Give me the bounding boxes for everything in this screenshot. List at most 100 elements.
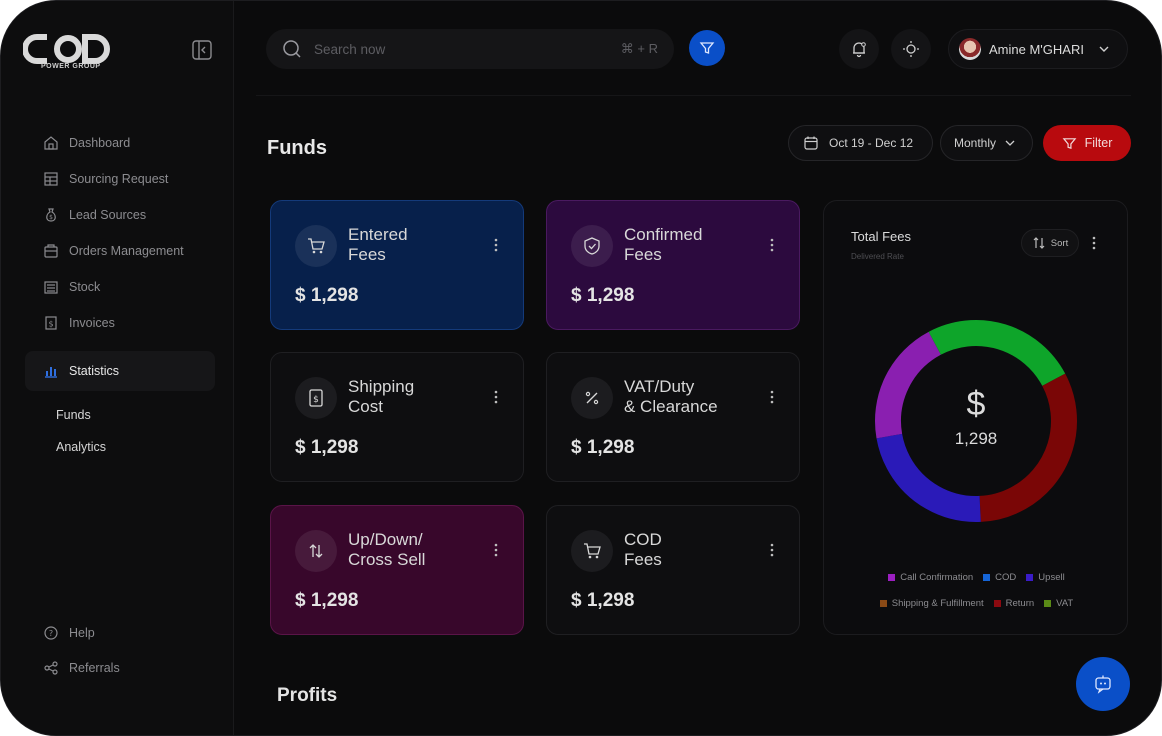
bell-icon xyxy=(853,42,866,58)
period-select[interactable]: Monthly xyxy=(940,125,1033,161)
more-vertical-icon[interactable] xyxy=(767,540,777,560)
sidebar-item-stock[interactable]: Stock xyxy=(25,269,215,305)
date-range-picker[interactable]: Oct 19 - Dec 12 xyxy=(788,125,933,161)
card-value: $ 1,298 xyxy=(295,285,359,306)
search-input[interactable]: Search now xyxy=(314,42,621,57)
receipt-icon: $ xyxy=(309,389,323,407)
legend-label: VAT xyxy=(1056,598,1074,609)
card-value: $ 1,298 xyxy=(571,437,635,458)
svg-text:$: $ xyxy=(313,395,319,405)
subnav-item-analytics[interactable]: Analytics xyxy=(56,433,106,465)
legend-row-2: Shipping & Fulfillment Return VAT xyxy=(824,598,1129,609)
box-icon xyxy=(44,244,58,258)
card-shipping-cost[interactable]: $ Shipping Cost $ 1,298 xyxy=(270,352,524,482)
main-nav: Dashboard Sourcing Request $ Lead Source… xyxy=(25,125,215,391)
footer-nav: ? Help Referrals xyxy=(25,615,215,685)
table-icon xyxy=(44,172,58,186)
card-vat-duty[interactable]: VAT/Duty & Clearance $ 1,298 xyxy=(546,352,800,482)
panel-subtitle: Delivered Rate xyxy=(851,252,904,261)
card-icon-wrap xyxy=(295,225,337,267)
sidebar-item-sourcing-request[interactable]: Sourcing Request xyxy=(25,161,215,197)
card-title-line: Confirmed xyxy=(624,225,703,244)
card-icon-wrap xyxy=(571,225,613,267)
card-title: Entered Fees xyxy=(348,225,478,265)
sort-label: Sort xyxy=(1050,237,1069,249)
collapse-sidebar-icon[interactable] xyxy=(191,39,213,61)
sidebar-item-label: Sourcing Request xyxy=(69,172,169,186)
sidebar-item-dashboard[interactable]: Dashboard xyxy=(25,125,215,161)
user-menu[interactable]: Amine M'GHARI xyxy=(948,29,1128,69)
card-title-line: Cost xyxy=(348,397,383,416)
legend-item: VAT xyxy=(1044,598,1073,609)
search-bar[interactable]: Search now ⌘ + R xyxy=(266,29,674,69)
notifications-button[interactable] xyxy=(839,29,879,69)
more-vertical-icon[interactable] xyxy=(491,387,501,407)
card-title-line: VAT/Duty xyxy=(624,377,695,396)
card-title: COD Fees xyxy=(624,530,754,570)
card-title-line: Up/Down/ xyxy=(348,530,423,549)
sidebar-item-invoices[interactable]: $ Invoices xyxy=(25,305,215,341)
quick-filter-button[interactable] xyxy=(689,30,725,66)
filter-button[interactable]: Filter xyxy=(1043,125,1131,161)
legend-item: COD xyxy=(983,572,1016,583)
percent-icon xyxy=(585,391,599,405)
sidebar-item-orders-management[interactable]: Orders Management xyxy=(25,233,215,269)
card-title: VAT/Duty & Clearance xyxy=(624,377,754,417)
card-title: Up/Down/Cross Sell xyxy=(348,530,478,570)
card-icon-wrap xyxy=(295,530,337,572)
sidebar-item-referrals[interactable]: Referrals xyxy=(25,650,215,685)
card-value: $ 1,298 xyxy=(295,590,359,611)
user-name: Amine M'GHARI xyxy=(989,41,1084,57)
more-vertical-icon[interactable] xyxy=(1089,233,1099,253)
card-title-line: Cross Sell xyxy=(348,550,426,569)
card-confirmed-fees[interactable]: Confirmed Fees $ 1,298 xyxy=(546,200,800,330)
subnav-item-funds[interactable]: Funds xyxy=(56,401,106,433)
legend-swatch xyxy=(1026,574,1034,581)
share-icon xyxy=(44,660,58,675)
card-icon-wrap: $ xyxy=(295,377,337,419)
total-fees-panel: Total Fees Delivered Rate Sort $ 1,298 C… xyxy=(823,200,1128,635)
sidebar-item-statistics[interactable]: Statistics xyxy=(25,351,215,391)
theme-toggle-button[interactable] xyxy=(891,29,931,69)
more-vertical-icon[interactable] xyxy=(491,540,501,560)
sidebar-item-label: Help xyxy=(69,625,95,640)
legend-swatch xyxy=(1044,600,1052,607)
card-value: $ 1,298 xyxy=(571,590,635,611)
more-vertical-icon[interactable] xyxy=(491,235,501,255)
legend-item: Upsell xyxy=(1026,572,1065,583)
sidebar-item-label: Lead Sources xyxy=(69,208,147,222)
sort-button[interactable]: Sort xyxy=(1021,229,1079,257)
date-range-label: Oct 19 - Dec 12 xyxy=(829,136,914,150)
funnel-icon xyxy=(1062,137,1077,149)
chat-button[interactable] xyxy=(1076,657,1130,711)
card-title-line: Shipping xyxy=(348,377,415,396)
money-bag-icon: $ xyxy=(46,208,56,222)
legend-item: Call Confirmation xyxy=(888,572,973,583)
logo-subtitle: POWER GROUP xyxy=(41,63,101,70)
svg-text:$: $ xyxy=(48,320,53,329)
card-title-line: COD xyxy=(624,530,662,549)
sidebar-item-help[interactable]: ? Help xyxy=(25,615,215,650)
svg-text:$: $ xyxy=(49,214,53,221)
sort-icon xyxy=(1033,237,1045,249)
sidebar-item-label: Dashboard xyxy=(69,136,131,150)
cart-icon xyxy=(308,238,325,254)
sidebar: POWER GROUP Dashboard Sourcing Request $… xyxy=(1,1,234,735)
card-cross-sell[interactable]: Up/Down/Cross Sell $ 1,298 xyxy=(270,505,524,635)
sidebar-item-label: Invoices xyxy=(69,316,115,330)
sidebar-item-lead-sources[interactable]: $ Lead Sources xyxy=(25,197,215,233)
card-entered-fees[interactable]: Entered Fees $ 1,298 xyxy=(270,200,524,330)
filter-label: Filter xyxy=(1084,136,1113,150)
card-title-line: Entered xyxy=(348,225,408,244)
chevron-down-icon xyxy=(1005,140,1015,146)
card-title-line: Fees xyxy=(624,245,662,264)
invoice-icon: $ xyxy=(45,316,57,330)
more-vertical-icon[interactable] xyxy=(767,235,777,255)
more-vertical-icon[interactable] xyxy=(767,387,777,407)
card-title-line: & Clearance xyxy=(624,397,718,416)
sun-icon xyxy=(903,41,919,57)
sidebar-item-label: Stock xyxy=(69,280,101,294)
card-cod-fees[interactable]: COD Fees $ 1,298 xyxy=(546,505,800,635)
app-frame: POWER GROUP Dashboard Sourcing Request $… xyxy=(0,0,1162,736)
statistics-subnav: Funds Analytics xyxy=(56,401,106,465)
